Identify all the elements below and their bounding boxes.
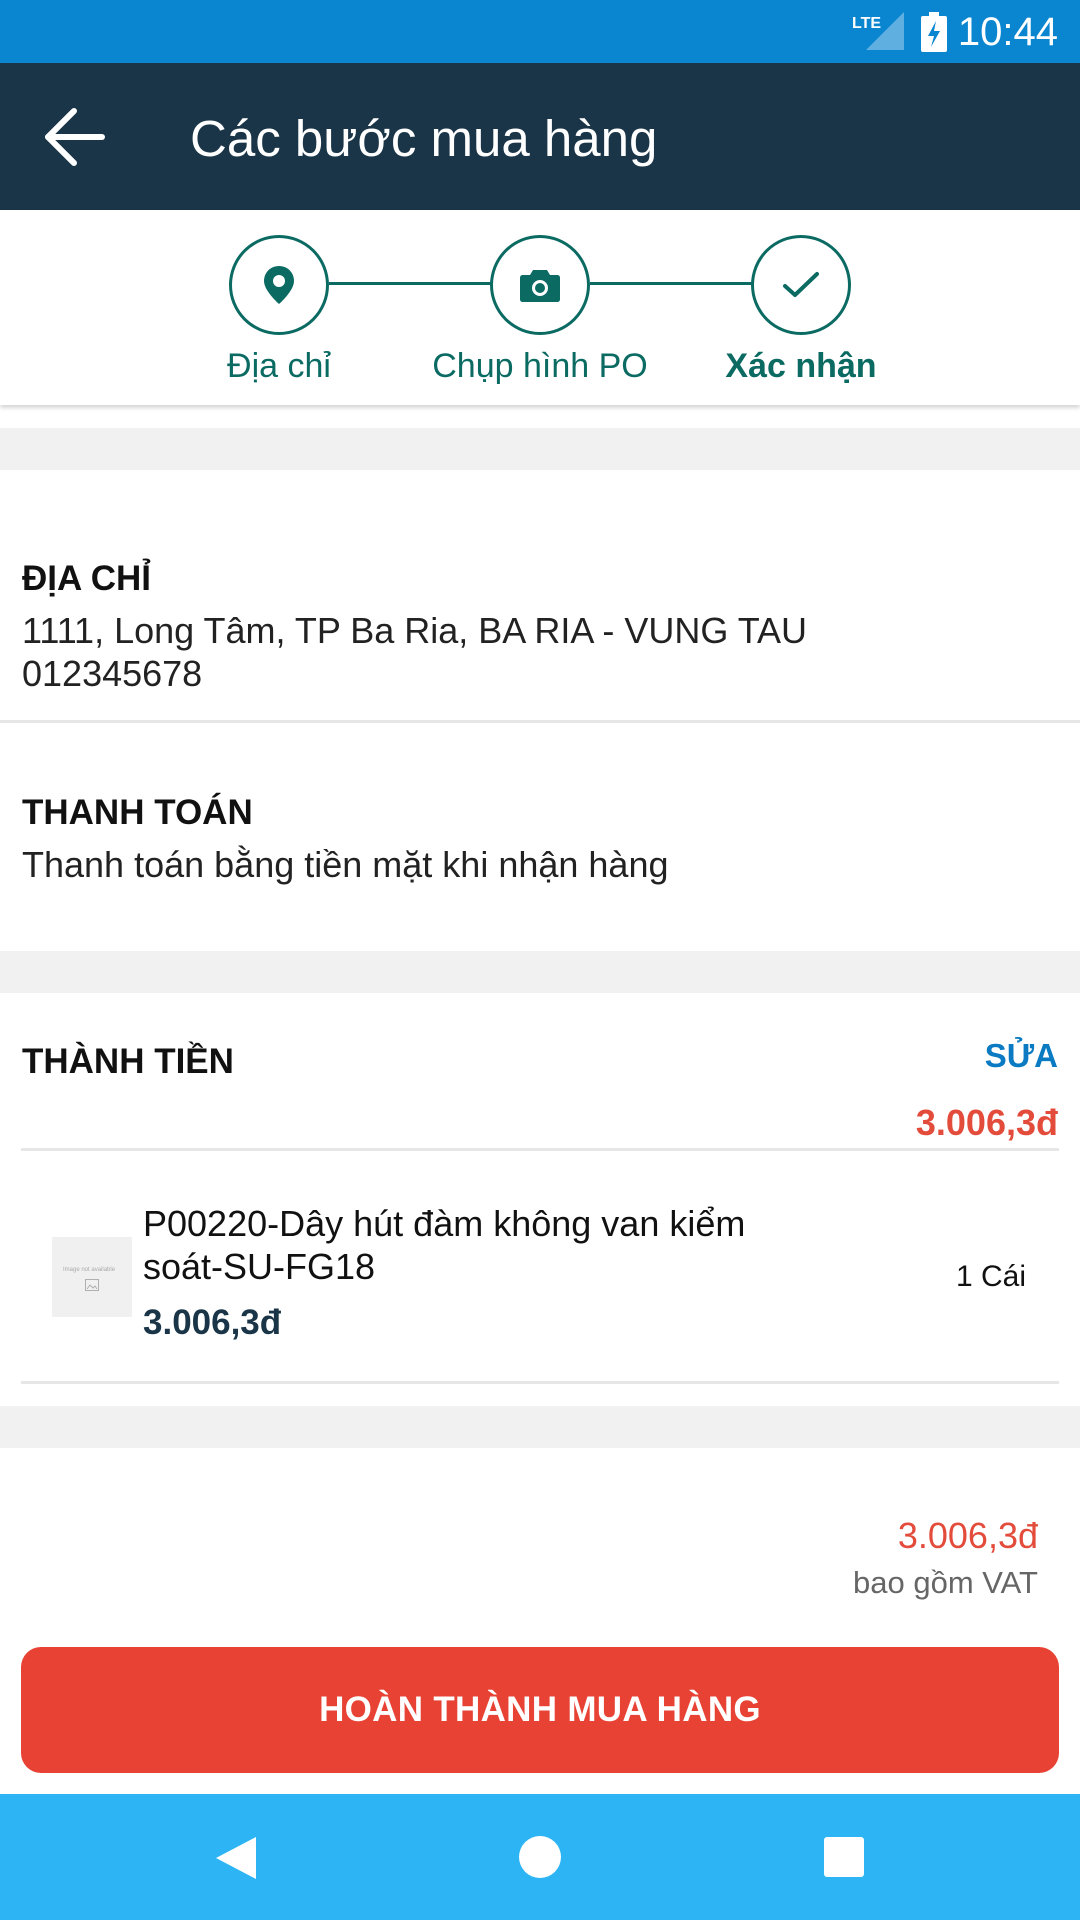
step-confirm[interactable] [751,235,851,335]
payment-method: Thanh toán bằng tiền mặt khi nhận hàng [22,844,669,885]
page-title: Các bước mua hàng [190,110,658,167]
section-separator [0,1406,1080,1448]
divider [21,1148,1059,1151]
location-pin-icon [264,266,294,304]
svg-text:LTE: LTE [852,15,881,32]
edit-order-button[interactable]: SỬA [985,1037,1058,1075]
nav-back-icon[interactable] [214,1835,258,1881]
product-name: P00220-Dây hút đàm không van kiểm soát-S… [143,1203,746,1287]
checkout-stepper: Địa chỉ Chụp hình PO Xác nhận [0,210,1080,405]
step-label-photo-po: Chụp hình PO [432,347,648,385]
battery-charging-icon [921,12,947,52]
grand-total: 3.006,3đ [897,1515,1038,1556]
step-label-address: Địa chỉ [227,347,331,385]
clock: 10:44 [957,10,1058,54]
section-separator [0,428,1080,470]
step-connector [329,282,491,285]
nav-home-icon[interactable] [518,1835,562,1879]
nav-recents-icon[interactable] [823,1836,865,1878]
product-price: 3.006,3đ [143,1303,282,1342]
step-connector [590,282,752,285]
section-separator [0,951,1080,993]
address-phone: 012345678 [22,653,203,694]
product-thumbnail: Image not available [52,1237,132,1317]
payment-heading: THANH TOÁN [22,793,253,832]
lte-signal-icon: LTE [852,12,904,50]
app-bar: Các bước mua hàng [0,63,1080,210]
step-address[interactable] [229,235,329,335]
order-subtotal: 3.006,3đ [915,1102,1058,1143]
complete-purchase-button[interactable]: HOÀN THÀNH MUA HÀNG [21,1647,1059,1773]
address-heading: ĐỊA CHỈ [22,559,151,598]
camera-icon [520,270,560,302]
status-bar: LTE 10:44 [0,0,1080,63]
order-heading: THÀNH TIỀN [22,1042,234,1081]
divider [0,720,1080,723]
step-photo-po[interactable] [490,235,590,335]
back-arrow-icon[interactable] [40,103,108,171]
vat-note: bao gồm VAT [853,1565,1038,1600]
check-icon [783,272,819,297]
divider [21,1381,1059,1384]
address-line: 1111, Long Tâm, TP Ba Ria, BA RIA - VUNG… [22,610,808,651]
system-nav-bar [0,1794,1080,1920]
product-quantity: 1 Cái [955,1260,1026,1293]
step-label-confirm: Xác nhận [725,347,877,385]
image-placeholder-icon [85,1279,99,1291]
